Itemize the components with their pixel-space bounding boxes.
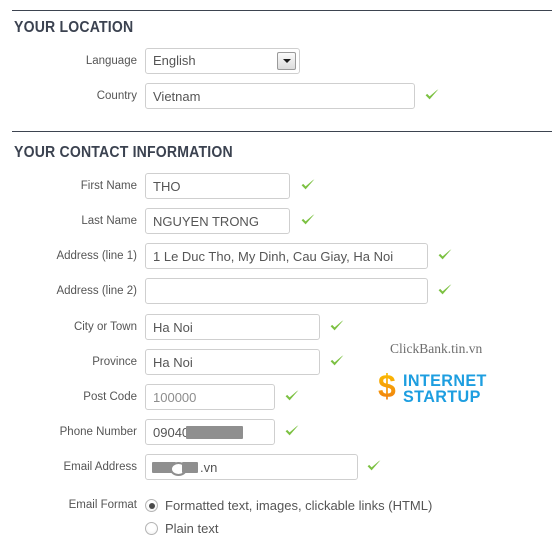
first-name-input[interactable]: [145, 173, 290, 199]
label-phone-number: Phone Number: [59, 426, 137, 438]
label-email-address: Email Address: [63, 461, 137, 473]
phone-number-redaction: [186, 426, 243, 439]
radio-label-plain-text: Plain text: [165, 521, 219, 536]
internet-startup-logo: $ INTERNET STARTUP: [378, 368, 508, 409]
radio-label-html: Formatted text, images, clickable links …: [165, 498, 433, 513]
post-code-input[interactable]: [145, 384, 275, 410]
email-redaction-right: [182, 462, 198, 473]
valid-check-icon-phone: [283, 422, 301, 442]
field-row-language: Language English: [0, 48, 552, 74]
logo-line-2: STARTUP: [403, 387, 481, 406]
section-divider-contact: [12, 131, 552, 132]
city-or-town-input[interactable]: [145, 314, 320, 340]
field-row-email-address: Email Address: [0, 454, 552, 480]
label-country: Country: [96, 90, 137, 102]
field-row-last-name: Last Name: [0, 208, 552, 234]
label-email-format: Email Format: [68, 499, 137, 511]
country-input[interactable]: [145, 83, 415, 109]
valid-check-icon-address-line-2: [436, 281, 454, 301]
valid-check-icon-country: [423, 86, 441, 106]
radio-icon-html[interactable]: [145, 499, 158, 512]
registration-form-page: YOUR LOCATION Language English Country Y…: [0, 0, 552, 539]
watermark-site-text: ClickBank.tin.vn: [390, 341, 483, 356]
valid-check-icon-address-line-1: [436, 246, 454, 266]
language-select[interactable]: English: [145, 48, 300, 74]
valid-check-icon-province: [328, 352, 346, 372]
radio-icon-plain-text[interactable]: [145, 522, 158, 535]
field-row-address-line-2: Address (line 2): [0, 278, 552, 304]
label-language: Language: [85, 55, 137, 67]
label-post-code: Post Code: [83, 391, 137, 403]
label-first-name: First Name: [80, 180, 137, 192]
chevron-down-icon[interactable]: [277, 52, 296, 70]
address-line-1-input[interactable]: [145, 243, 428, 269]
language-selected-value: English: [153, 53, 196, 68]
section-title-your-location: YOUR LOCATION: [14, 19, 134, 36]
field-row-country: Country: [0, 83, 552, 109]
valid-check-icon-email: [365, 457, 383, 477]
field-row-first-name: First Name: [0, 173, 552, 199]
label-address-line-2: Address (line 2): [56, 285, 137, 297]
section-title-your-contact-information: YOUR CONTACT INFORMATION: [14, 144, 233, 161]
last-name-input[interactable]: [145, 208, 290, 234]
field-row-phone-number: Phone Number: [0, 419, 552, 445]
field-row-city-or-town: City or Town: [0, 314, 552, 340]
province-input[interactable]: [145, 349, 320, 375]
label-last-name: Last Name: [81, 215, 137, 227]
section-divider-top: [12, 10, 552, 11]
label-address-line-1: Address (line 1): [56, 250, 137, 262]
valid-check-icon-city: [328, 317, 346, 337]
label-city-or-town: City or Town: [73, 321, 137, 333]
field-row-email-format: Email Format Formatted text, images, cli…: [0, 496, 552, 538]
valid-check-icon-post-code: [283, 387, 301, 407]
field-row-address-line-1: Address (line 1): [0, 243, 552, 269]
label-province: Province: [92, 356, 137, 368]
valid-check-icon-last-name: [299, 211, 317, 231]
dollar-sign-icon: $: [378, 368, 396, 404]
valid-check-icon-first-name: [299, 176, 317, 196]
address-line-2-input[interactable]: [145, 278, 428, 304]
